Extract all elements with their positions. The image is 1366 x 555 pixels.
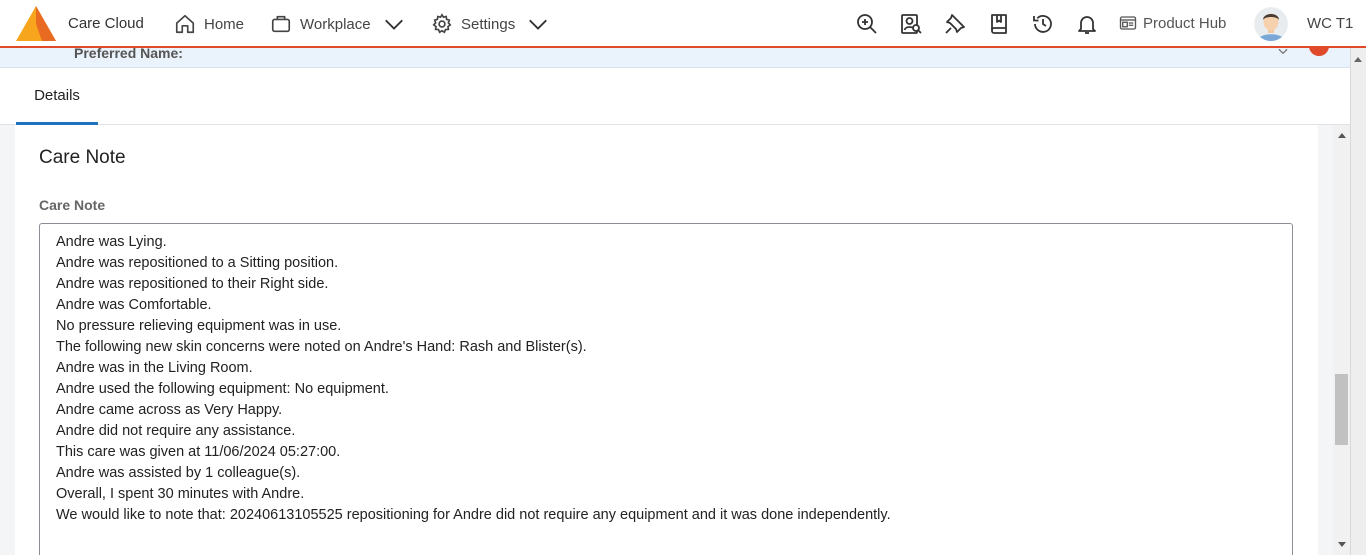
note-line: Andre was in the Living Room.	[56, 360, 253, 376]
app-window-icon	[1119, 16, 1137, 30]
nav-home[interactable]: Home	[174, 10, 244, 38]
note-line: Andre was repositioned to a Sitting posi…	[56, 255, 339, 271]
bell-icon[interactable]	[1075, 12, 1099, 36]
brand-name: Care Cloud	[68, 15, 144, 32]
note-line: Andre was assisted by 1 colleague(s).	[56, 465, 301, 481]
note-line: The following new skin concerns were not…	[56, 339, 587, 355]
note-line: Andre came across as Very Happy.	[56, 402, 283, 418]
history-icon[interactable]	[1031, 12, 1055, 36]
note-line: Andre did not require any assistance.	[56, 423, 296, 439]
product-hub-button[interactable]: Product Hub	[1119, 14, 1226, 32]
home-icon	[175, 14, 195, 34]
care-note-textarea[interactable]: Andre was Lying. Andre was repositioned …	[39, 223, 1293, 555]
tab-details[interactable]: Details	[16, 68, 98, 125]
notification-badge[interactable]	[1309, 48, 1329, 56]
note-line: Andre was Lying.	[56, 234, 167, 250]
scrollbar-thumb[interactable]	[1335, 374, 1348, 445]
scroll-up-arrow-icon[interactable]	[1333, 127, 1350, 143]
nav-home-label: Home	[204, 15, 245, 33]
note-line: Overall, I spent 30 minutes with Andre.	[56, 486, 305, 502]
nav-settings-label: Settings	[461, 15, 516, 33]
zoom-in-icon[interactable]	[855, 12, 879, 36]
chevron-down-icon[interactable]	[1276, 48, 1290, 58]
note-line: We would like to note that: 202406131055…	[56, 507, 891, 523]
user-initials[interactable]: WC T1	[1307, 15, 1353, 32]
tab-bar: Details	[0, 68, 1350, 125]
user-avatar-icon	[1254, 7, 1288, 41]
content-scrollbar[interactable]	[1333, 125, 1350, 555]
resident-header-strip: Preferred Name:	[0, 48, 1366, 68]
user-avatar[interactable]	[1254, 7, 1288, 41]
note-line: Andre was Comfortable.	[56, 297, 212, 313]
care-note-field-label: Care Note	[39, 197, 106, 213]
note-line: No pressure relieving equipment was in u…	[56, 318, 342, 334]
product-hub-label: Product Hub	[1143, 14, 1227, 32]
book-icon[interactable]	[987, 12, 1011, 36]
nav-workplace-label: Workplace	[300, 15, 371, 33]
note-line: Andre used the following equipment: No e…	[56, 381, 389, 397]
person-search-icon[interactable]	[899, 12, 923, 36]
nav-settings[interactable]: Settings	[431, 10, 549, 38]
briefcase-icon	[271, 15, 291, 33]
page-scrollbar[interactable]	[1350, 48, 1366, 555]
care-cloud-logo[interactable]	[16, 6, 56, 41]
chevron-down-icon	[384, 19, 403, 30]
care-note-card: Care Note Care Note Andre was Lying. And…	[15, 125, 1318, 555]
scroll-down-arrow-icon[interactable]	[1333, 537, 1350, 553]
care-note-section-title: Care Note	[39, 147, 126, 168]
nav-workplace[interactable]: Workplace	[270, 10, 405, 38]
note-line: This care was given at 11/06/2024 05:27:…	[56, 444, 341, 460]
note-line: Andre was repositioned to their Right si…	[56, 276, 329, 292]
top-navigation-bar: Care Cloud Home Workplace Settings Produ…	[0, 0, 1366, 48]
chevron-down-icon	[529, 19, 548, 30]
preferred-name-label: Preferred Name:	[74, 48, 183, 61]
pin-icon[interactable]	[943, 12, 967, 36]
scroll-up-arrow-icon[interactable]	[1354, 56, 1362, 62]
gear-icon	[432, 13, 452, 34]
